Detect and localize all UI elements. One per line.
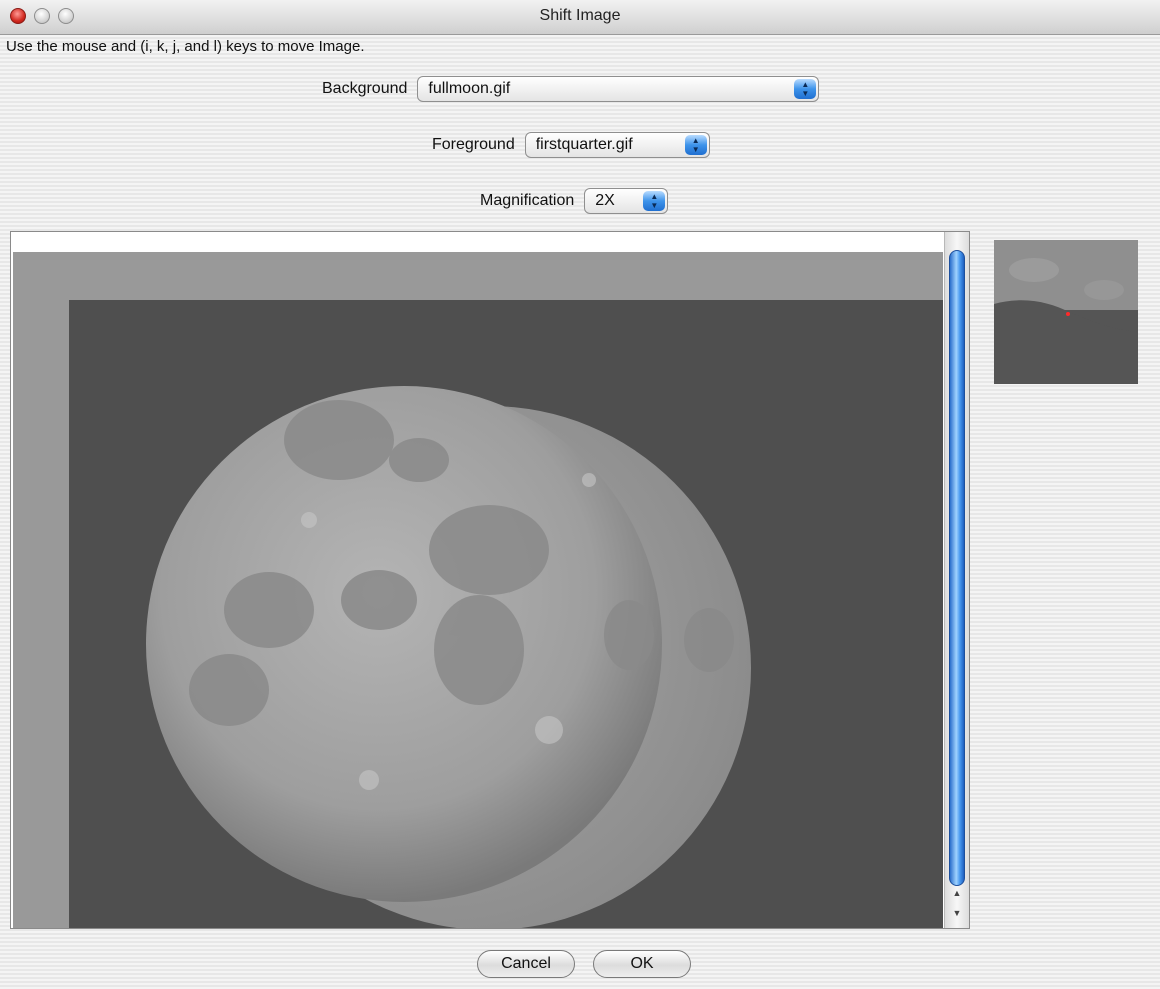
- moon-composite-image: [146, 386, 751, 928]
- foreground-select[interactable]: firstquarter.gif ▲ ▼: [524, 132, 710, 158]
- scroll-up-arrow-icon[interactable]: ▲: [945, 886, 969, 900]
- image-scroll-pane[interactable]: ▲ ▼: [10, 231, 970, 929]
- popup-arrows-icon: ▲ ▼: [643, 191, 666, 211]
- shift-image-canvas[interactable]: [69, 300, 943, 928]
- instructions-text: Use the mouse and (i, k, j, and l) keys …: [6, 38, 365, 55]
- popup-arrows-icon: ▲ ▼: [684, 135, 707, 155]
- popup-arrows-icon: ▲ ▼: [794, 79, 817, 99]
- magnification-row: Magnification 2X ▲ ▼: [480, 186, 669, 216]
- magnification-select[interactable]: 2X ▲ ▼: [584, 188, 669, 214]
- background-select-value: fullmoon.gif: [428, 80, 511, 97]
- vertical-scrollbar[interactable]: ▲ ▼: [944, 232, 969, 928]
- scroll-down-arrow-icon[interactable]: ▼: [945, 906, 969, 920]
- title-bar: Shift Image: [0, 0, 1160, 35]
- window-title: Shift Image: [539, 7, 621, 24]
- background-label: Background: [322, 80, 408, 97]
- foreground-label: Foreground: [432, 136, 515, 153]
- scrollbar-thumb[interactable]: [949, 250, 965, 886]
- foreground-row: Foreground firstquarter.gif ▲ ▼: [432, 130, 710, 160]
- foreground-select-value: firstquarter.gif: [535, 136, 633, 153]
- background-select[interactable]: fullmoon.gif ▲ ▼: [417, 76, 820, 102]
- ok-button[interactable]: OK: [593, 950, 691, 978]
- overview-preview: [994, 240, 1138, 384]
- magnification-select-value: 2X: [595, 192, 615, 209]
- magnification-label: Magnification: [480, 192, 575, 209]
- background-row: Background fullmoon.gif ▲ ▼: [322, 74, 820, 104]
- cancel-button[interactable]: Cancel: [477, 950, 575, 978]
- position-marker-icon: [1066, 312, 1070, 316]
- background-image-area: [13, 252, 943, 928]
- preview-image: [994, 240, 1138, 384]
